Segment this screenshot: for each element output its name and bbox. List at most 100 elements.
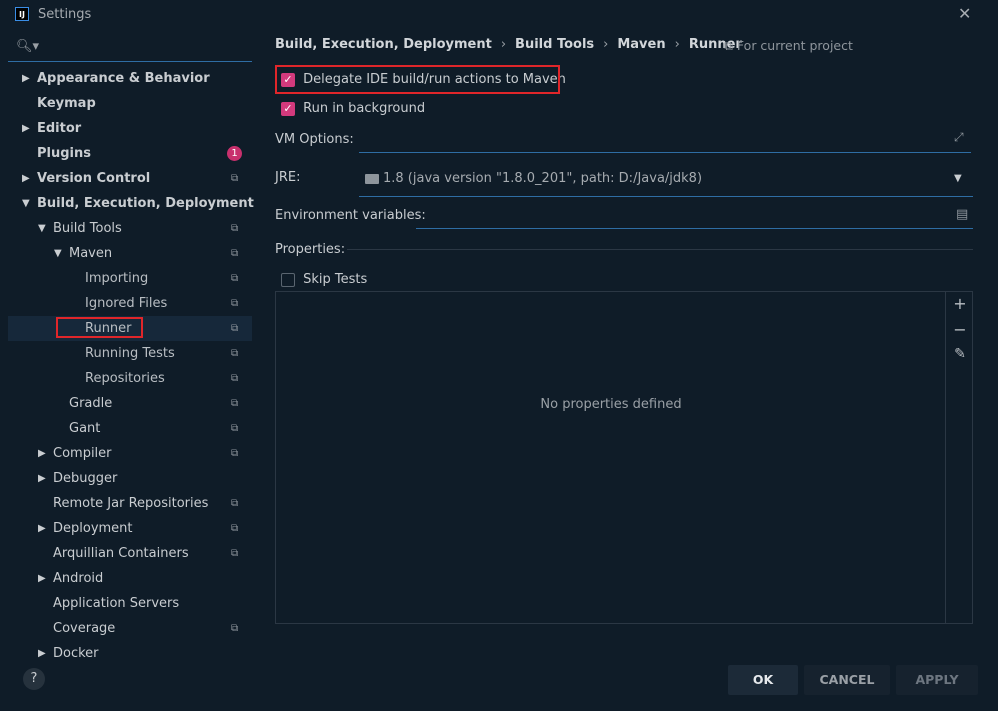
settings-sidebar: 🔍︎▾ ▶ Appearance & Behavior Keymap ▶ Editor P…: [8, 33, 256, 661]
sidebar-item[interactable]: Coverage ⧉: [8, 616, 252, 641]
sidebar-item[interactable]: Runner ⧉: [8, 316, 252, 341]
dropdown-arrow-icon[interactable]: ▼: [954, 173, 962, 184]
title-bar: IJ Settings ✕: [0, 0, 998, 30]
apply-button[interactable]: APPLY: [896, 665, 978, 695]
highlight-box: [275, 65, 560, 94]
sidebar-item-label: Ignored Files: [85, 296, 168, 311]
sidebar-item[interactable]: Gant ⧉: [8, 416, 252, 441]
sidebar-item[interactable]: ▼ Maven ⧉: [8, 241, 252, 266]
properties-table[interactable]: No properties defined + − ✎: [275, 291, 973, 624]
sidebar-item-label: Repositories: [85, 371, 165, 386]
env-variables-field[interactable]: [416, 204, 973, 229]
background-checkbox[interactable]: ✓: [281, 101, 295, 116]
sidebar-item[interactable]: Arquillian Containers ⧉: [8, 541, 252, 566]
sidebar-item[interactable]: Repositories ⧉: [8, 366, 252, 391]
ok-button[interactable]: OK: [728, 665, 798, 695]
sidebar-item-label: Importing: [85, 271, 149, 286]
sidebar-item[interactable]: Ignored Files ⧉: [8, 291, 252, 316]
sidebar-item[interactable]: Remote Jar Repositories ⧉: [8, 491, 252, 516]
project-scope-icon: ⧉: [231, 623, 239, 634]
expand-icon[interactable]: ⤢: [954, 130, 964, 145]
edit-pencil-icon[interactable]: ✎: [952, 346, 968, 362]
expand-right-icon[interactable]: ▶: [38, 641, 46, 661]
scope-indicator: ⧉ For current project: [724, 38, 853, 54]
properties-toolbar: + − ✎: [945, 292, 972, 623]
sidebar-item[interactable]: Importing ⧉: [8, 266, 252, 291]
expand-down-icon[interactable]: ▼: [38, 216, 46, 241]
breadcrumb: Build, Execution, Deployment › Build Tools…: [275, 37, 742, 52]
scope-label: For current project: [736, 38, 853, 53]
copy-icon: ⧉: [724, 38, 733, 53]
sidebar-item-label: Running Tests: [85, 346, 175, 361]
sidebar-item[interactable]: ▶ Deployment ⧉: [8, 516, 252, 541]
expand-right-icon[interactable]: ▶: [22, 116, 30, 141]
expand-down-icon[interactable]: ▼: [54, 241, 62, 266]
sidebar-item[interactable]: ▶ Debugger: [8, 466, 252, 491]
close-icon[interactable]: ✕: [958, 4, 971, 23]
sidebar-item-label: Version Control: [37, 171, 151, 186]
chevron-right-icon: ›: [500, 37, 507, 52]
document-icon[interactable]: ▤: [956, 207, 968, 222]
expand-right-icon[interactable]: ▶: [22, 166, 30, 191]
sidebar-item-label: Remote Jar Repositories: [53, 496, 209, 511]
skip-tests-label: Skip Tests: [303, 272, 368, 287]
sidebar-item[interactable]: ▼ Build, Execution, Deployment: [8, 191, 254, 216]
sidebar-item-label: Deployment: [53, 521, 133, 536]
skip-tests-checkbox[interactable]: [281, 272, 295, 287]
sidebar-item[interactable]: ▶ Version Control ⧉: [8, 166, 252, 191]
expand-right-icon[interactable]: ▶: [22, 66, 30, 91]
sidebar-item[interactable]: Running Tests ⧉: [8, 341, 252, 366]
skip-tests-option[interactable]: Skip Tests: [281, 272, 367, 287]
search-input[interactable]: 🔍︎▾: [8, 33, 252, 62]
sidebar-item-label: Maven: [69, 246, 113, 261]
breadcrumb-item[interactable]: Build Tools: [515, 37, 594, 52]
sidebar-item-label: Runner: [85, 321, 132, 336]
sidebar-item[interactable]: Keymap: [8, 91, 252, 116]
project-scope-icon: ⧉: [231, 423, 239, 434]
empty-properties-text: No properties defined: [540, 397, 682, 412]
sidebar-item-label: Plugins: [37, 146, 91, 161]
sidebar-item-label: Build Tools: [53, 221, 122, 236]
sidebar-item-label: Android: [53, 571, 104, 586]
sidebar-item-label: Build, Execution, Deployment: [37, 196, 254, 211]
add-icon[interactable]: +: [952, 294, 968, 313]
sidebar-item[interactable]: ▶ Compiler ⧉: [8, 441, 252, 466]
sidebar-item[interactable]: ▶ Docker: [8, 641, 252, 661]
help-button[interactable]: ?: [23, 668, 45, 690]
sidebar-item[interactable]: Gradle ⧉: [8, 391, 252, 416]
update-badge: 1: [227, 146, 242, 161]
expand-right-icon[interactable]: ▶: [38, 441, 46, 466]
sidebar-item[interactable]: ▶ Editor: [8, 116, 252, 141]
expand-right-icon[interactable]: ▶: [38, 466, 46, 491]
expand-right-icon[interactable]: ▶: [38, 516, 46, 541]
sidebar-item-label: Coverage: [53, 621, 116, 636]
background-label: Run in background: [303, 101, 426, 116]
sidebar-item-label: Application Servers: [53, 596, 180, 611]
env-variables-label: Environment variables:: [275, 208, 426, 223]
window-title: Settings: [38, 7, 92, 22]
properties-divider: [347, 249, 973, 250]
project-scope-icon: ⧉: [231, 298, 239, 309]
project-scope-icon: ⧉: [231, 248, 239, 259]
jre-select[interactable]: 1.8 (java version "1.8.0_201", path: D:/…: [359, 164, 973, 197]
breadcrumb-item[interactable]: Maven: [617, 37, 665, 52]
settings-tree: ▶ Appearance & Behavior Keymap ▶ Editor Plugi…: [8, 66, 254, 661]
vm-options-field[interactable]: [359, 128, 971, 153]
project-scope-icon: ⧉: [231, 373, 239, 384]
background-option[interactable]: ✓ Run in background: [281, 101, 425, 116]
jre-value: 1.8 (java version "1.8.0_201", path: D:/…: [383, 171, 703, 186]
breadcrumb-item[interactable]: Build, Execution, Deployment: [275, 37, 492, 52]
sidebar-item[interactable]: Application Servers: [8, 591, 252, 616]
delegate-option[interactable]: ✓ Delegate IDE build/run actions to Mave…: [275, 65, 566, 94]
sidebar-item[interactable]: Plugins 1: [8, 141, 252, 166]
remove-icon[interactable]: −: [952, 320, 968, 339]
sidebar-item[interactable]: ▶ Appearance & Behavior: [8, 66, 252, 91]
cancel-button[interactable]: CANCEL: [804, 665, 890, 695]
project-scope-icon: ⧉: [231, 498, 239, 509]
project-scope-icon: ⧉: [231, 223, 239, 234]
sidebar-item[interactable]: ▶ Android: [8, 566, 252, 591]
sidebar-item[interactable]: ▼ Build Tools ⧉: [8, 216, 252, 241]
expand-right-icon[interactable]: ▶: [38, 566, 46, 591]
sidebar-item-label: Appearance & Behavior: [37, 71, 210, 86]
expand-down-icon[interactable]: ▼: [22, 191, 30, 216]
